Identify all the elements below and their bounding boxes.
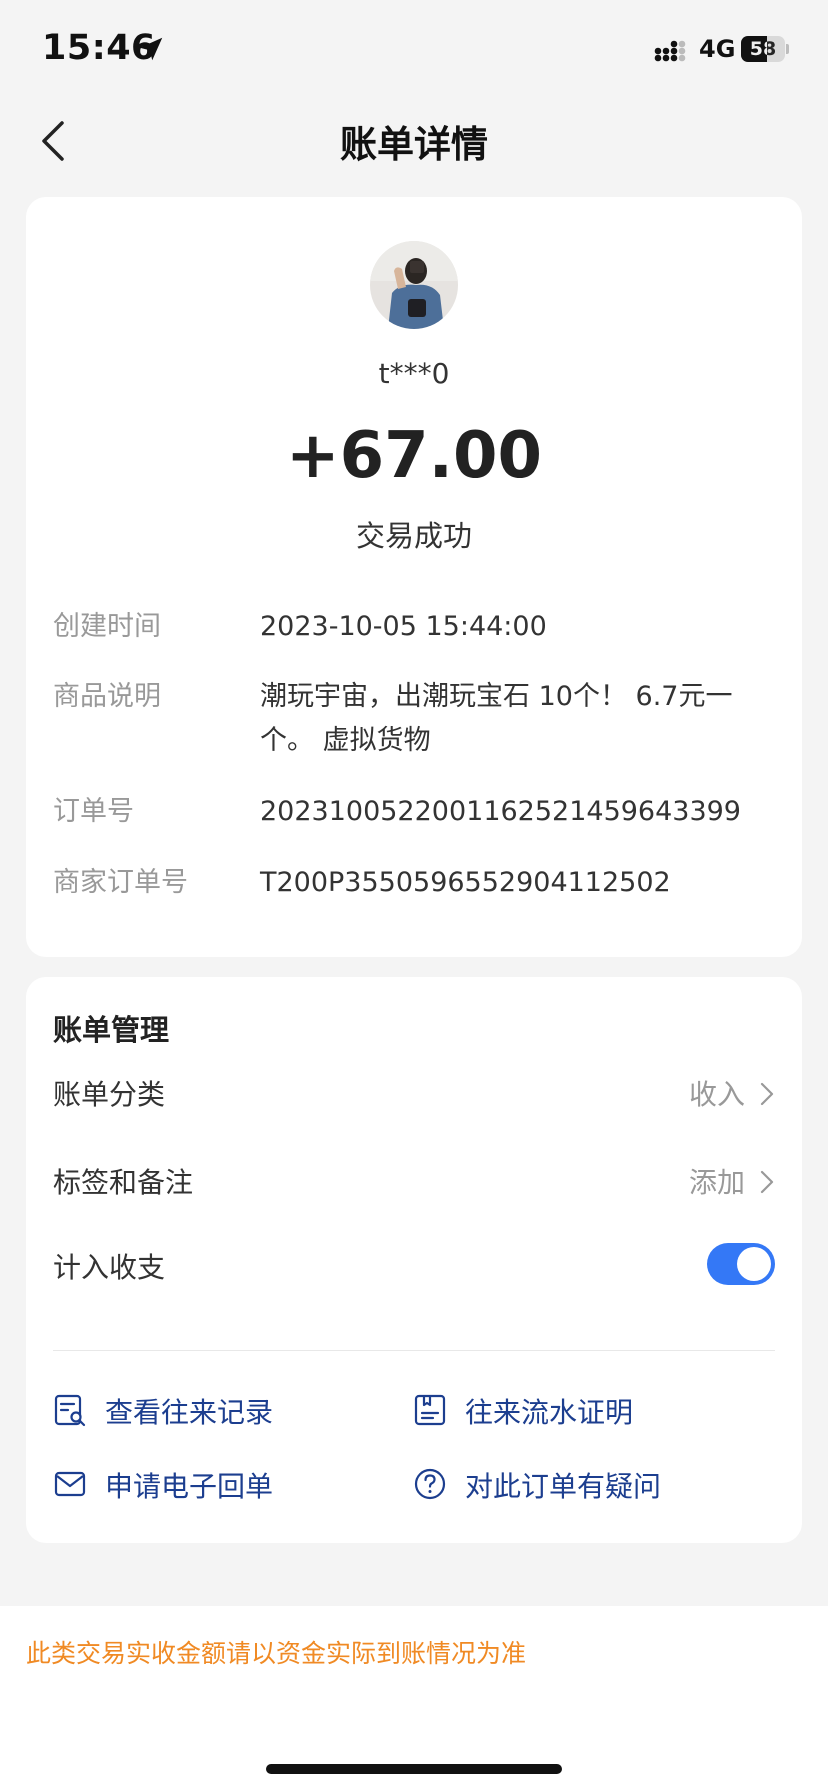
tags-notes-row[interactable]: 标签和备注 添加 [53,1151,775,1211]
e-receipt-action[interactable]: 申请电子回单 [53,1459,383,1509]
detail-label: 商品说明 [53,681,161,712]
records-search-icon [54,1394,86,1427]
bill-category-row[interactable]: 账单分类 收入 [53,1063,775,1123]
tags-notes-label: 标签和备注 [53,1166,194,1199]
bill-management-card: 账单管理 账单分类 收入 标签和备注 添加 计入收支 查看往来记录 往来流水证明… [26,977,802,1543]
view-records-action[interactable]: 查看往来记录 [53,1385,383,1435]
chevron-right-icon [760,1082,774,1106]
payer-name: t***0 [378,357,450,390]
network-type: 4G [699,35,736,63]
nav-bar: 账单详情 [0,100,828,180]
include-income-expense-label: 计入收支 [53,1251,166,1284]
detail-value: 潮玩宇宙，出潮玩宝石 10个！ 6.7元一个。 虚拟货物 [260,681,733,756]
page-title: 账单详情 [340,123,488,166]
section-title: 账单管理 [53,1013,170,1047]
detail-label: 商家订单号 [53,867,188,898]
battery-icon: 58 [741,36,789,62]
toggle-knob [737,1247,771,1281]
cellular-signal-icon [654,40,686,62]
battery-level: 58 [749,38,777,60]
transaction-amount: +67.00 [285,419,543,493]
location-arrow-icon [139,37,163,61]
home-indicator[interactable] [266,1764,562,1774]
include-income-expense-row: 计入收支 [53,1236,775,1296]
detail-row-description: 商品说明 潮玩宇宙，出潮玩宝石 10个！ 6.7元一个。 虚拟货物 [53,675,775,763]
detail-row-order-number: 订单号 2023100522001162521459643399 [53,790,775,834]
detail-value: T200P3550596552904112502 [260,867,671,898]
order-question-label: 对此订单有疑问 [465,1470,662,1503]
detail-label: 订单号 [53,796,134,827]
bill-category-label: 账单分类 [53,1078,166,1111]
statement-proof-icon [414,1394,446,1426]
detail-value: 2023100522001162521459643399 [260,796,741,827]
divider [53,1350,775,1351]
notice-text: 此类交易实收金额请以资金实际到账情况为准 [26,1639,527,1668]
include-income-expense-toggle[interactable] [707,1243,775,1285]
statement-proof-action[interactable]: 往来流水证明 [413,1385,753,1435]
detail-row-created-time: 创建时间 2023-10-05 15:44:00 [53,605,775,649]
tags-notes-value: 添加 [688,1166,745,1199]
transaction-status: 交易成功 [355,519,472,553]
bill-category-value: 收入 [688,1078,745,1111]
question-circle-icon [414,1468,446,1500]
order-question-action[interactable]: 对此订单有疑问 [413,1459,753,1509]
detail-row-merchant-order-number: 商家订单号 T200P3550596552904112502 [53,861,775,905]
transaction-card: t***0 +67.00 交易成功 创建时间 2023-10-05 15:44:… [26,197,802,957]
detail-label: 创建时间 [53,611,161,642]
e-receipt-label: 申请电子回单 [105,1470,274,1503]
status-bar: 15:46 4G 58 [0,0,828,100]
avatar-photo-icon [370,241,458,329]
envelope-icon [54,1471,86,1497]
chevron-right-icon [760,1170,774,1194]
avatar[interactable] [370,241,458,329]
detail-value: 2023-10-05 15:44:00 [260,611,547,642]
view-records-label: 查看往来记录 [105,1396,274,1429]
statement-proof-label: 往来流水证明 [465,1396,634,1429]
